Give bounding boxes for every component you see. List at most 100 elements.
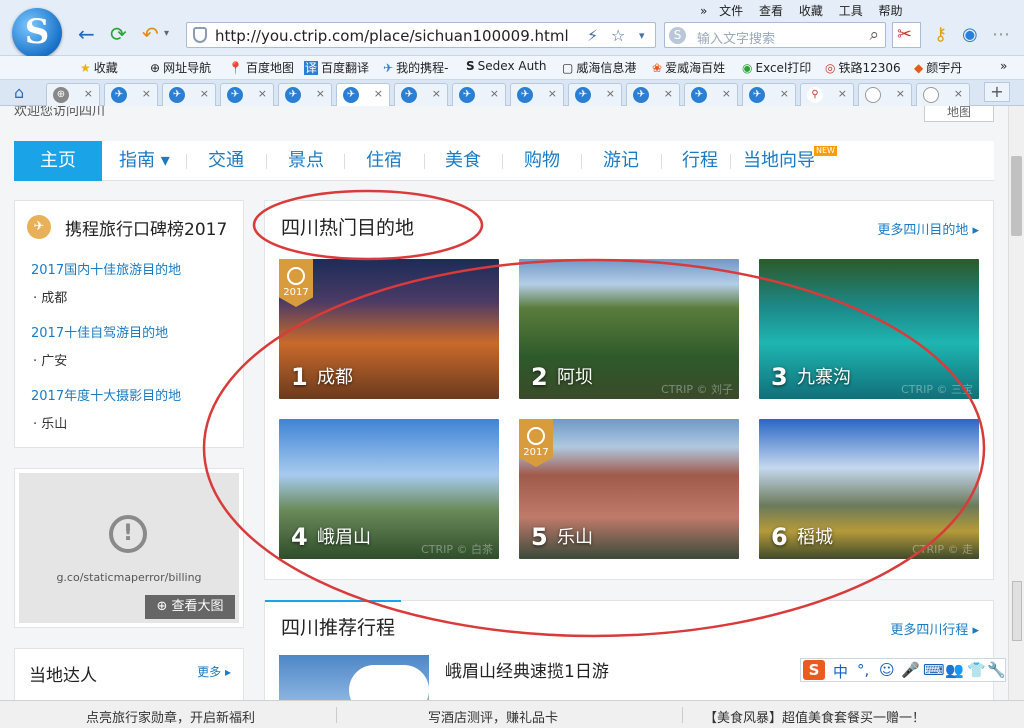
map-button[interactable]: 地图 [924, 106, 994, 122]
bookmark-baidu-translate[interactable]: 译百度翻译 [304, 59, 369, 76]
tab[interactable]: ✈ × [742, 83, 796, 106]
undo-icon[interactable]: ↶ [142, 22, 159, 46]
refresh-icon[interactable]: ⟳ [110, 22, 127, 46]
wrench-icon[interactable]: 🔧 [987, 661, 1006, 679]
nav-travelogues[interactable]: 游记 [603, 141, 639, 181]
address-url[interactable]: http://you.ctrip.com/place/sichuan100009… [215, 27, 569, 45]
address-bar[interactable]: http://you.ctrip.com/place/sichuan100009… [186, 22, 656, 48]
status-promo-right[interactable]: 【美食风暴】超值美食套餐买一赠一！ [704, 707, 925, 726]
nav-transport[interactable]: 交通 [208, 141, 244, 181]
more-destinations-link[interactable]: 更多四川目的地 ▸ [877, 219, 979, 238]
view-large-map-button[interactable]: ⊕ 查看大图 [145, 595, 235, 619]
bookmark-my-ctrip[interactable]: ✈ 我的携程- [383, 59, 448, 76]
tab-close-icon[interactable]: × [548, 87, 557, 100]
status-promo-middle[interactable]: 写酒店测评，赚礼品卡 [428, 707, 558, 726]
browser-logo[interactable]: S [12, 8, 62, 58]
nav-itinerary[interactable]: 行程 [682, 141, 718, 181]
bookmark-yanyudan[interactable]: ◆ 颜宇丹 [914, 59, 962, 76]
destination-card[interactable]: 3 九寨沟 CTRIP © 三宝 [759, 259, 979, 399]
home-icon[interactable]: ⌂ [14, 83, 24, 102]
search-engine-icon[interactable]: S [669, 27, 686, 44]
bookmark-baidu-map[interactable]: 📍 百度地图 [228, 59, 294, 76]
users-icon[interactable]: 👥 [945, 661, 964, 679]
sogou-ime-icon[interactable]: S [803, 660, 825, 680]
search-placeholder[interactable]: 输入文字搜索 [697, 28, 775, 47]
destination-card[interactable]: 2017 1 成都 [279, 259, 499, 399]
tab-close-icon[interactable]: × [838, 87, 847, 100]
tab[interactable]: ✈ × [626, 83, 680, 106]
nav-food[interactable]: 美食 [445, 141, 481, 181]
tab-close-icon[interactable]: × [954, 87, 963, 100]
tab-close-icon[interactable]: × [200, 87, 209, 100]
tab[interactable]: ✈ × [220, 83, 274, 106]
back-icon[interactable]: ← [78, 22, 95, 46]
emoji-icon[interactable]: ☺ [879, 661, 895, 679]
ime-chinese-mode[interactable]: 中 [833, 661, 848, 682]
award-winner[interactable]: · 乐山 [33, 413, 67, 432]
tab-close-icon[interactable]: × [258, 87, 267, 100]
tab[interactable]: ⚲ × [800, 83, 854, 106]
more-options-icon[interactable]: ⋯ [992, 24, 1010, 45]
star-icon[interactable]: ☆ [611, 26, 625, 45]
tab-close-icon[interactable]: × [490, 87, 499, 100]
tab-close-icon[interactable]: × [896, 87, 905, 100]
tab-close-icon[interactable]: × [664, 87, 673, 100]
scrollbar-thumb[interactable] [1011, 156, 1022, 236]
search-box[interactable]: S 输入文字搜索 ⌕ [664, 22, 886, 48]
tab-close-icon[interactable]: × [432, 87, 441, 100]
award-winner-name[interactable]: 乐山 [41, 417, 67, 432]
tab[interactable]: ✈ × [684, 83, 738, 106]
bookmark-excel-print[interactable]: ◉ Excel打印 [742, 59, 811, 76]
award-winner[interactable]: · 广安 [33, 350, 67, 369]
undo-dropdown-icon[interactable]: ▾ [164, 22, 169, 46]
bookmark-favorites[interactable]: ★ 收藏 [80, 59, 118, 76]
tab-close-icon[interactable]: × [374, 87, 383, 100]
tab[interactable]: × [858, 83, 912, 106]
nav-local-guide[interactable]: 当地向导 [743, 141, 815, 181]
status-promo-left[interactable]: 点亮旅行家勋章，开启新福利 [86, 707, 255, 726]
award-category[interactable]: 2017十佳自驾游目的地 [31, 322, 168, 341]
tab-close-icon[interactable]: × [142, 87, 151, 100]
tab[interactable]: ✈ × [452, 83, 506, 106]
microphone-icon[interactable]: 🎤 [901, 661, 920, 679]
menu-help[interactable]: 帮助 [879, 4, 903, 18]
tab-close-icon[interactable]: × [316, 87, 325, 100]
scissors-icon[interactable]: ✂ [892, 22, 922, 48]
award-category[interactable]: 2017国内十佳旅游目的地 [31, 259, 181, 278]
new-tab-icon[interactable]: + [984, 82, 1010, 102]
award-winner-name[interactable]: 成都 [41, 291, 67, 306]
user-icon[interactable]: ◉ [962, 24, 978, 45]
destination-card[interactable]: 2 阿坝 CTRIP © 刘子 [519, 259, 739, 399]
menu-favorites[interactable]: 收藏 [799, 4, 823, 18]
menu-file[interactable]: 文件 [719, 4, 743, 18]
key-icon[interactable]: ⚷ [934, 24, 947, 45]
tab[interactable]: ⊕ × [46, 83, 100, 106]
menu-view[interactable]: 查看 [759, 4, 783, 18]
nav-guide[interactable]: 指南 ▾ [119, 141, 170, 181]
destination-card[interactable]: 2017 5 乐山 [519, 419, 739, 559]
lightning-icon[interactable]: ⚡ [587, 26, 598, 45]
destination-card[interactable]: 6 稻城 CTRIP © 走 [759, 419, 979, 559]
tab[interactable]: ✈ × [394, 83, 448, 106]
nav-attractions[interactable]: 景点 [288, 141, 324, 181]
keyboard-icon[interactable]: ⌨ [923, 661, 945, 679]
menu-more-icon[interactable]: » [700, 4, 707, 18]
bookmark-weihai-people[interactable]: ❀ 爱威海百姓 [652, 59, 725, 76]
search-icon[interactable]: ⌕ [869, 25, 879, 45]
tab-close-icon[interactable]: × [606, 87, 615, 100]
bookmark-nav[interactable]: ⊕ 网址导航 [150, 59, 211, 76]
tab[interactable]: ✈ × [510, 83, 564, 106]
bookmark-sedex[interactable]: S Sedex Auth [466, 59, 547, 73]
tab[interactable]: ✈ × [104, 83, 158, 106]
nav-hotels[interactable]: 住宿 [366, 141, 402, 181]
tab[interactable]: ✈ × [162, 83, 216, 106]
tab-close-icon[interactable]: × [722, 87, 731, 100]
destination-card[interactable]: 4 峨眉山 CTRIP © 白茶 [279, 419, 499, 559]
tab[interactable]: ✈ × [568, 83, 622, 106]
tab-close-icon[interactable]: × [780, 87, 789, 100]
nav-shopping[interactable]: 购物 [524, 141, 560, 181]
nav-home[interactable]: 主页 [14, 141, 102, 181]
address-dropdown-icon[interactable]: ▾ [639, 29, 645, 42]
bookmark-weihai-info[interactable]: ▢ 威海信息港 [562, 59, 636, 76]
itinerary-title[interactable]: 峨眉山经典速揽1日游 [445, 657, 609, 682]
